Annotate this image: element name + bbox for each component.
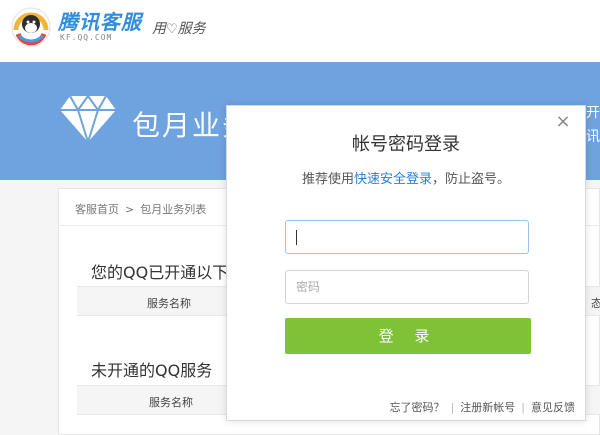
text-cursor bbox=[296, 230, 297, 245]
diamond-icon bbox=[60, 94, 116, 144]
login-footer-links: 忘了密码？ | 注册新帐号 | 意见反馈 bbox=[390, 399, 575, 415]
brand-name[interactable]: 腾讯客服 bbox=[58, 6, 142, 35]
banner-right-text: 开 bbox=[586, 105, 600, 121]
banner-right-text-2: 讯 bbox=[586, 129, 600, 145]
close-icon[interactable]: × bbox=[553, 112, 573, 132]
column-service-name: 服务名称 bbox=[149, 396, 193, 409]
feedback-link[interactable]: 意见反馈 bbox=[531, 401, 575, 414]
unopened-services-title: 未开通的QQ服务 bbox=[91, 361, 213, 380]
login-dialog: × 帐号密码登录 推荐使用快速安全登录，防止盗号。 密码 登 录 忘了密码？ | 注… bbox=[226, 105, 586, 421]
link-separator: | bbox=[450, 401, 455, 414]
heart-icon: ♡ bbox=[166, 22, 178, 37]
top-header: 腾讯客服 KF.QQ.COM 用♡服务 bbox=[0, 0, 600, 62]
brand-url: KF.QQ.COM bbox=[60, 33, 113, 42]
column-status: 态 bbox=[591, 297, 600, 310]
forgot-password-link[interactable]: 忘了密码？ bbox=[390, 401, 445, 414]
slogan: 用♡服务 bbox=[152, 18, 206, 38]
register-link[interactable]: 注册新帐号 bbox=[460, 401, 515, 414]
breadcrumb-separator: > bbox=[125, 203, 135, 216]
account-input[interactable] bbox=[285, 220, 529, 254]
qq-logo-icon[interactable] bbox=[10, 6, 52, 48]
slogan-left: 用 bbox=[152, 21, 166, 37]
password-input[interactable]: 密码 bbox=[285, 270, 529, 304]
slogan-right: 服务 bbox=[177, 21, 206, 37]
link-separator: | bbox=[521, 401, 525, 414]
column-service-name: 服务名称 bbox=[147, 297, 191, 310]
subtitle-prefix: 推荐使用 bbox=[301, 172, 354, 187]
login-title: 帐号密码登录 bbox=[352, 134, 460, 155]
quick-login-link[interactable]: 快速安全登录 bbox=[354, 172, 432, 187]
login-button[interactable]: 登 录 bbox=[285, 318, 531, 354]
login-subtitle: 推荐使用快速安全登录，防止盗号。 bbox=[227, 168, 585, 187]
opened-services-title: 您的QQ已开通以下 bbox=[91, 263, 229, 282]
breadcrumb-current: 包月业务列表 bbox=[140, 203, 207, 216]
subtitle-suffix: ，防止盗号。 bbox=[432, 172, 511, 187]
breadcrumb: 客服首页 > 包月业务列表 bbox=[75, 201, 206, 217]
breadcrumb-home[interactable]: 客服首页 bbox=[75, 203, 119, 216]
